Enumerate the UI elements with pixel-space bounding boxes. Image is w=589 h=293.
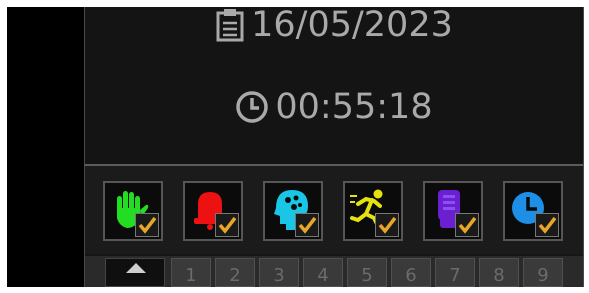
checkbox-bell[interactable] bbox=[215, 213, 239, 237]
page-button[interactable]: 4 bbox=[303, 258, 343, 287]
home-button[interactable] bbox=[105, 258, 165, 287]
page-button[interactable]: 7 bbox=[435, 258, 475, 287]
checkbox-timer[interactable] bbox=[535, 213, 559, 237]
page-button[interactable]: 1 bbox=[171, 258, 211, 287]
status-tile-device[interactable] bbox=[423, 181, 483, 241]
checkmark-icon bbox=[138, 216, 157, 234]
page-button[interactable]: 5 bbox=[347, 258, 387, 287]
checkmark-icon bbox=[378, 216, 397, 234]
date-text: 16/05/2023 bbox=[251, 5, 453, 45]
status-tile-hand[interactable] bbox=[103, 181, 163, 241]
checkmark-icon bbox=[538, 216, 557, 234]
page-button[interactable]: 2 bbox=[215, 258, 255, 287]
checkbox-hand[interactable] bbox=[135, 213, 159, 237]
status-tile-head[interactable] bbox=[263, 181, 323, 241]
datetime-display: 16/05/2023 00:55:18 bbox=[85, 5, 583, 164]
checkbox-device[interactable] bbox=[455, 213, 479, 237]
time-text: 00:55:18 bbox=[275, 87, 433, 127]
checkbox-fall[interactable] bbox=[375, 213, 399, 237]
checkbox-head[interactable] bbox=[295, 213, 319, 237]
home-icon bbox=[126, 263, 146, 273]
status-tile-fall[interactable] bbox=[343, 181, 403, 241]
clock-icon bbox=[236, 91, 269, 123]
page-button[interactable]: 6 bbox=[391, 258, 431, 287]
time-row: 00:55:18 bbox=[85, 81, 583, 133]
page-button[interactable]: 9 bbox=[523, 258, 563, 287]
alarm-status-strip bbox=[85, 166, 583, 254]
checkmark-icon bbox=[218, 216, 237, 234]
clipboard-icon bbox=[216, 9, 244, 42]
pagination-bar: 1 2 3 4 5 6 7 8 9 bbox=[85, 256, 583, 287]
checkmark-icon bbox=[458, 216, 477, 234]
page-button[interactable]: 8 bbox=[479, 258, 519, 287]
date-row: 16/05/2023 bbox=[85, 0, 583, 51]
page-button[interactable]: 3 bbox=[259, 258, 299, 287]
alarm-panel: 16/05/2023 00:55:18 1 2 3 4 5 6 7 8 9 bbox=[84, 5, 584, 287]
left-black-bar bbox=[7, 7, 84, 287]
status-tile-bell[interactable] bbox=[183, 181, 243, 241]
status-tile-timer[interactable] bbox=[503, 181, 563, 241]
checkmark-icon bbox=[298, 216, 317, 234]
